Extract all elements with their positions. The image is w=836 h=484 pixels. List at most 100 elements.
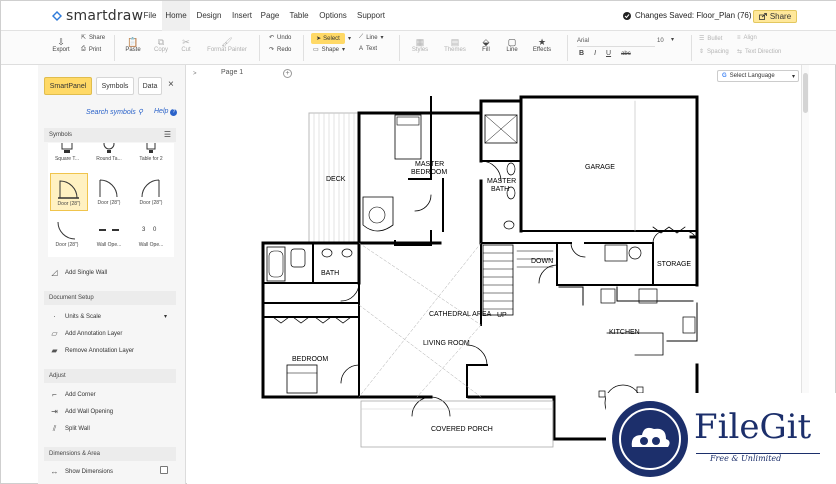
line-tool-button[interactable]: ⟋ Line ▾ (359, 34, 384, 41)
tab-symbols[interactable]: Symbols (96, 77, 134, 95)
symbol-wall-opening[interactable]: 30 Wall Ope... (132, 215, 170, 253)
show-dimensions-checkbox[interactable] (160, 466, 168, 474)
add-annotation-layer-item[interactable]: ▱ Add Annotation Layer (50, 329, 122, 338)
menu-page[interactable]: Page (259, 1, 281, 31)
font-size-caret[interactable]: ▾ (671, 36, 674, 43)
paintbrush-icon: 🖌 (221, 37, 233, 47)
text-direction-icon: ⇆ (737, 49, 743, 55)
layer-add-icon: ▱ (51, 329, 58, 338)
menu-options[interactable]: Options (317, 1, 349, 31)
add-corner-label: Add Corner (65, 391, 96, 398)
copy-label: Copy (153, 47, 168, 53)
font-family-select[interactable]: Arial (577, 36, 655, 47)
align-button[interactable]: ≡ Align (737, 35, 757, 41)
styles-icon: ▦ (415, 37, 425, 47)
underline-button[interactable]: U (606, 50, 611, 57)
adjust-header[interactable]: Adjust (44, 369, 176, 383)
tab-smartpanel[interactable]: SmartPanel (44, 77, 92, 95)
ribbon-toolbar: ⇩ Export ⇱ Share ⎙ Print 📋 Paste ⧉ Copy ✂ … (1, 31, 836, 65)
show-dimensions-item[interactable]: ↔ Show Dimensions (50, 466, 168, 476)
close-panel-icon[interactable]: × (168, 79, 174, 90)
dimensions-area-header[interactable]: Dimensions & Area (44, 447, 176, 461)
line-style-icon: ▢ (507, 37, 517, 47)
fill-bucket-icon: ⬙ (482, 37, 490, 47)
toolbar-divider (567, 35, 568, 61)
menu-insert[interactable]: Insert (229, 1, 255, 31)
share-button[interactable]: Share (753, 10, 797, 23)
menu-table[interactable]: Table (287, 1, 311, 31)
symbol-label: Table for 2 (139, 156, 163, 162)
help-link[interactable]: Help ? (154, 108, 178, 116)
line-style-button[interactable]: ▢ Line (501, 37, 523, 53)
symbols-section-header[interactable]: Symbols ☰ (44, 128, 176, 142)
shape-tool-button[interactable]: ▭ Shape ▾ (313, 46, 345, 54)
round-table-icon (103, 143, 115, 153)
share-icon (758, 13, 767, 20)
add-single-wall-label: Add Single Wall (65, 269, 108, 276)
symbol-square-table[interactable]: Square T... (48, 143, 86, 169)
room-label-garage: GARAGE (585, 164, 615, 171)
menu-file[interactable]: File (139, 1, 161, 31)
smartdraw-logo[interactable]: smartdraw (51, 8, 143, 24)
add-single-wall-item[interactable]: ◿ Add Single Wall (50, 268, 107, 277)
spacing-icon: ⇕ (699, 49, 705, 55)
bold-button[interactable]: B (579, 50, 584, 57)
square-table-icon (61, 143, 73, 153)
watermark-tagline: Free & Unlimited (710, 454, 782, 463)
menu-home[interactable]: Home (162, 1, 190, 31)
search-symbols-link[interactable]: Search symbols ⚲ (86, 108, 143, 116)
menu-icon[interactable]: ☰ (164, 128, 171, 142)
units-scale-item[interactable]: · Units & Scale ▾ (50, 312, 167, 321)
room-label-deck: DECK (326, 176, 346, 183)
document-setup-header[interactable]: Document Setup (44, 291, 176, 305)
add-wall-opening-item[interactable]: ⇥ Add Wall Opening (50, 407, 113, 416)
symbol-door-28-selected[interactable]: Door (28") (50, 173, 88, 211)
add-corner-item[interactable]: ⌐ Add Corner (50, 390, 96, 399)
bullet-button[interactable]: ☰ Bullet (699, 35, 722, 43)
text-tool-button[interactable]: A Text (359, 46, 377, 52)
cathedral-lines (358, 242, 482, 398)
shape-label: Shape (321, 46, 340, 53)
undo-button[interactable]: ↶ Undo (269, 34, 291, 42)
symbol-round-table[interactable]: Round Ta... (90, 143, 128, 169)
remove-annotation-layer-item[interactable]: ▰ Remove Annotation Layer (50, 346, 134, 355)
scrollbar-thumb[interactable] (803, 73, 808, 113)
format-painter-button[interactable]: 🖌 Format Painter (201, 37, 253, 53)
effects-button[interactable]: ★ Effects (529, 37, 555, 53)
themes-icon: ▤ (450, 37, 460, 47)
symbol-door-28[interactable]: Door (28") (132, 173, 170, 211)
select-dropdown-caret[interactable]: ▾ (348, 35, 351, 42)
cloud-icon (619, 408, 681, 470)
cut-icon: ✂ (182, 37, 190, 47)
themes-button[interactable]: ▤ Themes (441, 37, 469, 53)
share-tool-button[interactable]: ⇱ Share (81, 34, 105, 42)
fill-button[interactable]: ⬙ Fill (475, 37, 497, 53)
corner-icon: ⌐ (52, 390, 57, 399)
print-button[interactable]: ⎙ Print (81, 46, 101, 53)
select-label: Select (323, 35, 340, 42)
symbol-door-28[interactable]: Door (28") (90, 173, 128, 211)
symbol-wall-opening[interactable]: Wall Ope... (90, 215, 128, 253)
door-icon (141, 179, 160, 198)
symbol-door-28[interactable]: Door (28") (48, 215, 86, 253)
select-tool-button[interactable]: ➤ Select (311, 33, 345, 44)
redo-button[interactable]: ↷ Redo (269, 46, 291, 54)
smartdraw-logo-icon (52, 11, 62, 21)
room-label-kitchen: KITCHEN (609, 329, 640, 336)
cut-button[interactable]: ✂ Cut (177, 37, 195, 53)
italic-button[interactable]: I (594, 50, 596, 57)
room-label-storage: STORAGE (657, 261, 691, 268)
spacing-button[interactable]: ⇕ Spacing (699, 48, 729, 56)
export-button[interactable]: ⇩ Export (49, 37, 73, 53)
kitchen-island (606, 332, 664, 356)
menu-support[interactable]: Support (355, 1, 387, 31)
symbol-table-for-2[interactable]: Table for 2 (132, 143, 170, 169)
paste-button[interactable]: 📋 Paste (122, 37, 144, 53)
styles-button[interactable]: ▦ Styles (407, 37, 433, 53)
strikethrough-button[interactable]: abc (621, 51, 631, 57)
tab-data[interactable]: Data (138, 77, 162, 95)
copy-button[interactable]: ⧉ Copy (151, 37, 171, 53)
menu-design[interactable]: Design (194, 1, 224, 31)
text-direction-button[interactable]: ⇆ Text Direction (737, 48, 781, 56)
split-wall-item[interactable]: ⫽ Split Wall (50, 424, 90, 434)
